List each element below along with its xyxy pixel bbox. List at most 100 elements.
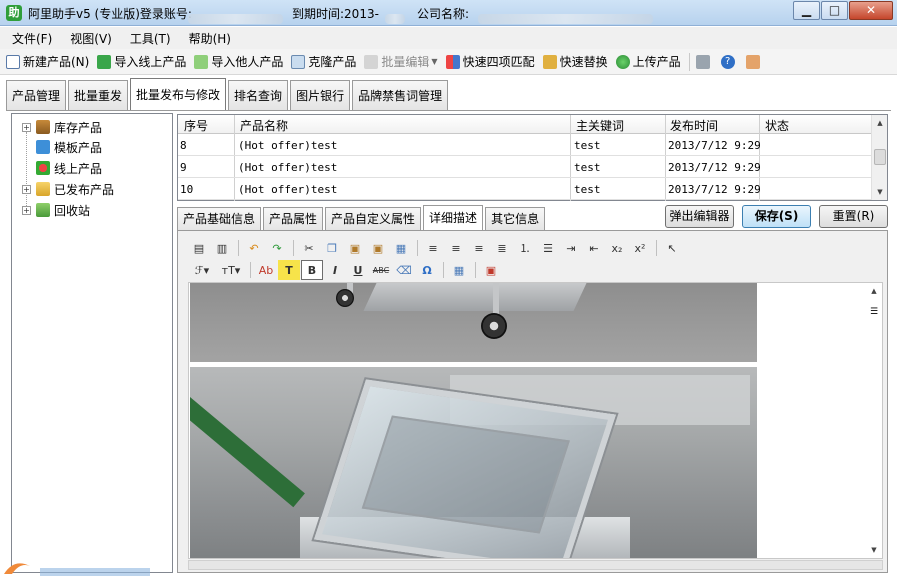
expand-icon[interactable]: + <box>22 122 31 132</box>
reset-button[interactable]: 重置(R) <box>819 205 888 228</box>
cut-icon[interactable]: ✂ <box>298 238 320 258</box>
photo-detail <box>190 397 305 508</box>
tab-batch-republish[interactable]: 批量重发 <box>68 80 129 110</box>
help-icon: ? <box>720 54 735 69</box>
expand-icon[interactable]: + <box>22 184 31 194</box>
menu-file[interactable]: 文件(F) <box>12 30 52 47</box>
redo-icon[interactable]: ↷ <box>266 238 288 258</box>
tree-item-recycle-bin[interactable]: + 回收站 <box>22 200 90 220</box>
scroll-up-icon[interactable]: ▲ <box>872 115 888 131</box>
align-justify-icon[interactable]: ≣ <box>491 238 513 258</box>
strikethrough-icon[interactable]: ABC <box>370 260 392 280</box>
text-color-icon[interactable]: Ab <box>255 260 277 280</box>
editor-content-area[interactable]: ▲ ☰ ▼ <box>188 282 883 559</box>
font-size-icon[interactable]: тT ▾ <box>217 260 245 280</box>
save-button[interactable]: 保存(S) <box>742 205 811 228</box>
superscript-icon[interactable]: x² <box>629 238 651 258</box>
toolbar-separator <box>443 262 444 278</box>
products-icon <box>36 161 50 175</box>
scroll-grip-icon[interactable]: ☰ <box>868 307 880 319</box>
editor-scrollbar[interactable]: ▲ ☰ ▼ <box>866 283 882 558</box>
menu-help[interactable]: 帮助(H) <box>189 30 231 47</box>
scroll-down-icon[interactable]: ▼ <box>866 542 882 558</box>
column-header-status[interactable]: 状态 <box>765 117 789 134</box>
tab-other-info[interactable]: 其它信息 <box>485 207 546 230</box>
settings-tools-button[interactable] <box>695 54 713 69</box>
indent-icon[interactable]: ⇥ <box>560 238 582 258</box>
tree-item-label: 库存产品 <box>54 120 103 135</box>
tab-image-bank[interactable]: 图片银行 <box>290 80 351 110</box>
tab-detailed-description[interactable]: 详细描述 <box>423 205 484 230</box>
clone-button[interactable]: 克隆产品 <box>291 53 356 70</box>
eraser-icon[interactable]: ⌫ <box>393 260 415 280</box>
close-button[interactable]: ✕ <box>849 1 893 20</box>
tab-product-management[interactable]: 产品管理 <box>6 80 67 110</box>
column-header-no[interactable]: 序号 <box>184 117 208 134</box>
match-four-button[interactable]: 快速四项匹配 <box>445 53 535 70</box>
source-icon[interactable]: ▤ <box>188 238 210 258</box>
special-char-icon[interactable]: Ω <box>416 260 438 280</box>
highlight-icon[interactable]: T <box>278 260 300 280</box>
tree-item-online-products[interactable]: 线上产品 <box>36 158 102 178</box>
maximize-button[interactable]: □ <box>821 1 848 20</box>
column-header-name[interactable]: 产品名称 <box>240 117 288 134</box>
popup-editor-button[interactable]: 弹出编辑器 <box>665 205 734 228</box>
user-button[interactable] <box>745 54 763 69</box>
upload-button[interactable]: 上传产品 <box>615 53 681 70</box>
menu-view[interactable]: 视图(V) <box>70 30 112 47</box>
paste-word-icon[interactable]: ▦ <box>390 238 412 258</box>
align-left-icon[interactable]: ≡ <box>422 238 444 258</box>
column-header-keyword[interactable]: 主关键词 <box>576 117 624 134</box>
scroll-up-icon[interactable]: ▲ <box>866 283 882 299</box>
undo-icon[interactable]: ↶ <box>243 238 265 258</box>
menu-tools[interactable]: 工具(T) <box>130 30 171 47</box>
minimize-icon: ▁ <box>801 3 812 17</box>
minimize-button[interactable]: ▁ <box>793 1 820 20</box>
new-product-button[interactable]: 新建产品(N) <box>6 53 89 70</box>
select-pointer-icon[interactable]: ↖ <box>661 238 683 258</box>
align-right-icon[interactable]: ≡ <box>468 238 490 258</box>
bold-icon[interactable]: B <box>301 260 323 280</box>
paste-text-icon[interactable]: ▣ <box>367 238 389 258</box>
import-online-button[interactable]: 导入线上产品 <box>97 53 186 70</box>
tab-batch-publish-edit[interactable]: 批量发布与修改 <box>130 78 227 110</box>
column-header-time[interactable]: 发布时间 <box>670 117 718 134</box>
tab-ranking-query[interactable]: 排名查询 <box>228 80 289 110</box>
tree-item-stock-products[interactable]: + 库存产品 <box>22 117 102 137</box>
table-row[interactable]: 9 (Hot offer)test test 2013/7/12 9:29 <box>178 157 872 178</box>
table-row[interactable]: 8 (Hot offer)test test 2013/7/12 9:29 <box>178 135 872 156</box>
quick-replace-button[interactable]: 快速替换 <box>542 53 608 70</box>
clone-icon <box>291 54 306 69</box>
table-row[interactable]: 10 (Hot offer)test test 2013/7/12 9:29 <box>178 179 872 200</box>
help-button[interactable]: ? <box>720 54 738 69</box>
unordered-list-icon[interactable]: ☰ <box>537 238 559 258</box>
ordered-list-icon[interactable]: ⒈ <box>514 238 536 258</box>
editor-resize-bar[interactable] <box>188 560 883 570</box>
subscript-icon[interactable]: x₂ <box>606 238 628 258</box>
image-icon[interactable]: ▣ <box>480 260 502 280</box>
maximize-icon: □ <box>828 3 841 17</box>
underline-icon[interactable]: U <box>347 260 369 280</box>
copy-icon[interactable]: ❐ <box>321 238 343 258</box>
tab-product-attributes[interactable]: 产品属性 <box>263 207 324 230</box>
scroll-down-icon[interactable]: ▼ <box>872 184 888 200</box>
tree-item-template-products[interactable]: 模板产品 <box>36 137 102 157</box>
align-center-icon[interactable]: ≡ <box>445 238 467 258</box>
expand-icon[interactable]: + <box>22 205 31 215</box>
tab-brand-banned-words[interactable]: 品牌禁售词管理 <box>352 80 449 110</box>
scroll-thumb[interactable] <box>874 149 886 165</box>
tab-custom-attributes[interactable]: 产品自定义属性 <box>325 207 422 230</box>
table-scrollbar[interactable]: ▲ ▼ <box>871 115 887 200</box>
import-others-button[interactable]: 导入他人产品 <box>194 53 283 70</box>
batch-edit-button[interactable]: 批量编辑 ▼ <box>364 53 438 70</box>
paste-icon[interactable]: ▣ <box>344 238 366 258</box>
preview-icon[interactable]: ▥ <box>211 238 233 258</box>
font-family-icon[interactable]: ℱ ▾ <box>188 260 216 280</box>
batch-edit-label: 批量编辑 <box>381 55 430 69</box>
outdent-icon[interactable]: ⇤ <box>583 238 605 258</box>
tab-basic-info[interactable]: 产品基础信息 <box>177 207 262 230</box>
toolbar-separator <box>238 240 239 256</box>
italic-icon[interactable]: I <box>324 260 346 280</box>
table-icon[interactable]: ▦ <box>448 260 470 280</box>
tree-item-published-products[interactable]: + 已发布产品 <box>22 179 114 199</box>
